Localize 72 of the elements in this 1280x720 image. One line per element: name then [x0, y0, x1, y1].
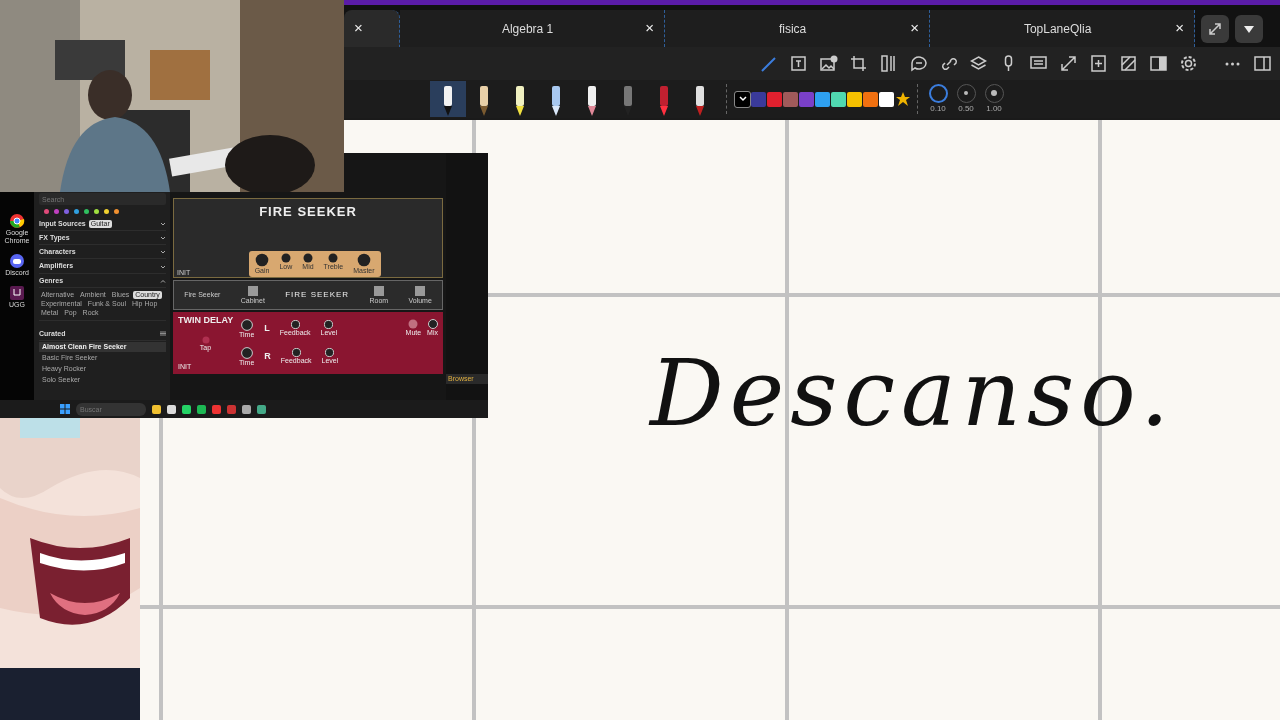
list-icon[interactable]	[160, 331, 166, 337]
ruler-icon[interactable]	[879, 54, 898, 73]
channel-label: R	[264, 352, 271, 362]
color-swatch[interactable]	[879, 91, 894, 107]
add-page-icon[interactable]	[1089, 54, 1108, 73]
tag-dot[interactable]	[74, 209, 79, 214]
ballpoint-icon	[694, 86, 706, 116]
tag-dot[interactable]	[54, 209, 59, 214]
chevron-icon[interactable]	[160, 236, 166, 241]
crop-icon[interactable]	[849, 54, 868, 73]
stroke-width-option[interactable]: 0.50	[952, 83, 980, 115]
app-icon[interactable]	[9, 285, 25, 302]
mute-button[interactable]	[408, 319, 419, 329]
text-box-icon[interactable]	[789, 54, 808, 73]
tab[interactable]: fisica ×	[665, 10, 930, 47]
color-swatch[interactable]	[863, 91, 878, 107]
start-icon[interactable]	[60, 404, 70, 414]
tab[interactable]: ×	[344, 10, 400, 47]
delay-title: TWIN DELAY	[178, 315, 233, 326]
chevron-icon[interactable]	[160, 222, 166, 227]
fountain-icon	[442, 86, 454, 116]
color-swatch[interactable]	[799, 91, 814, 107]
marker-icon	[658, 86, 670, 116]
tab[interactable]: Algebra 1 ×	[400, 10, 665, 47]
amp-title: FIRE SEEKER	[259, 205, 357, 220]
close-icon[interactable]: ×	[910, 17, 919, 40]
color-swatch[interactable]	[847, 91, 862, 107]
fullscreen-button[interactable]	[1201, 14, 1229, 43]
layers-icon[interactable]	[969, 54, 988, 73]
pencil-icon	[478, 86, 490, 116]
star-icon[interactable]	[895, 91, 911, 107]
highlighter-icon	[514, 86, 526, 116]
stroke-width-option[interactable]: 0.10	[924, 83, 952, 115]
color-swatch[interactable]	[751, 91, 766, 107]
expand-icon	[1208, 21, 1222, 36]
sidebar-icon[interactable]	[1253, 54, 1272, 73]
pen-icon[interactable]	[759, 54, 778, 73]
color-swatch[interactable]	[735, 91, 750, 107]
stroke-width-option[interactable]: 1.00	[980, 83, 1008, 115]
color-swatch[interactable]	[783, 91, 798, 107]
close-icon[interactable]: ×	[645, 17, 654, 40]
tag-dot[interactable]	[114, 209, 119, 214]
tag-dot[interactable]	[84, 209, 89, 214]
image-add-icon[interactable]	[819, 54, 838, 73]
settings-icon[interactable]	[1179, 54, 1198, 73]
tag-dot[interactable]	[104, 209, 109, 214]
pattern-icon[interactable]	[1119, 54, 1138, 73]
close-icon[interactable]: ×	[354, 17, 363, 40]
color-swatch[interactable]	[767, 91, 782, 107]
cabinet-title: FIRE SEEKER	[285, 290, 350, 300]
close-icon[interactable]: ×	[1175, 17, 1184, 40]
dropdown-button[interactable]	[1235, 14, 1263, 43]
eraser-icon	[586, 86, 598, 116]
color-swatch[interactable]	[815, 91, 830, 107]
comment-icon[interactable]	[909, 54, 928, 73]
chevron-icon	[738, 96, 747, 102]
pen-tool[interactable]	[430, 81, 466, 117]
chevron-icon[interactable]	[160, 264, 166, 269]
handwritten-text: Descanso.	[650, 339, 1176, 449]
channel-label: L	[264, 324, 270, 334]
split-view-icon[interactable]	[1149, 54, 1168, 73]
tab[interactable]: TopLaneQlia ×	[930, 10, 1195, 47]
app-icon[interactable]	[9, 213, 25, 229]
chevron-icon[interactable]	[160, 250, 166, 255]
app-icon[interactable]	[9, 253, 25, 270]
color-swatch[interactable]	[831, 91, 846, 107]
tag-dot[interactable]	[64, 209, 69, 214]
tag-dot[interactable]	[44, 209, 49, 214]
tape-icon	[550, 86, 562, 116]
tag-dot[interactable]	[94, 209, 99, 214]
caret-icon	[1243, 23, 1255, 34]
resize-icon[interactable]	[1059, 54, 1078, 73]
